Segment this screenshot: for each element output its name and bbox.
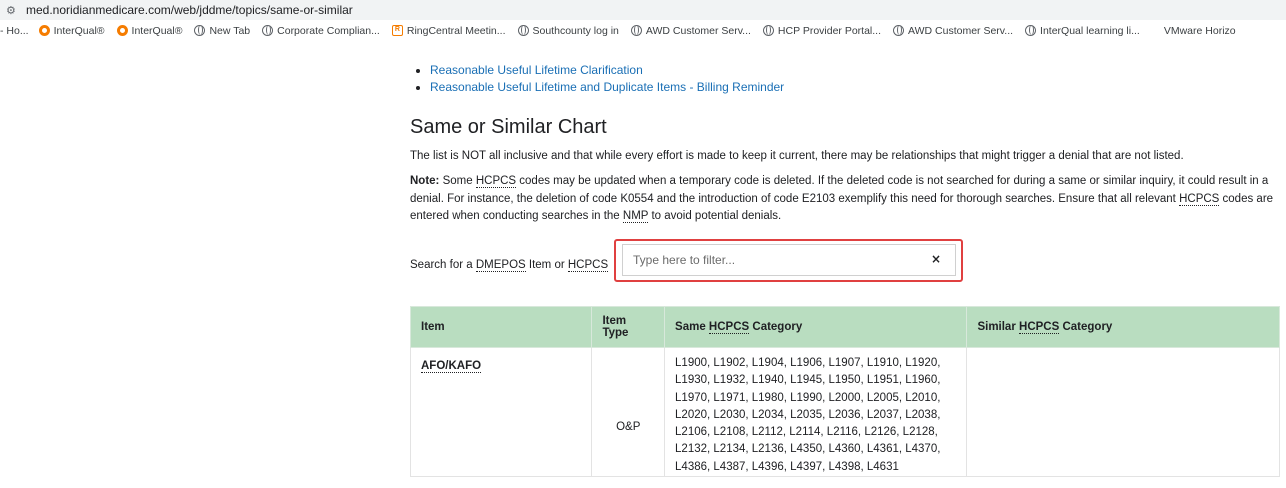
bookmark-label: - Ho... bbox=[0, 24, 29, 37]
ringcentral-icon: R bbox=[391, 25, 403, 36]
header-part: Category bbox=[1059, 321, 1113, 333]
bookmark-label: InterQual learning li... bbox=[1040, 24, 1140, 37]
header-part: Category bbox=[749, 321, 803, 333]
bookmark-item[interactable]: Corporate Complian... bbox=[262, 25, 380, 37]
globe-icon bbox=[1025, 25, 1037, 36]
note-part: Some bbox=[439, 175, 476, 187]
header-part: Same bbox=[675, 321, 709, 333]
note-text: Note: Some HCPCS codes may be updated wh… bbox=[410, 173, 1280, 226]
code-line: L1930, L1932, L1940, L1945, L1950, L1951… bbox=[675, 374, 941, 387]
note-part: to avoid potential denials. bbox=[648, 210, 782, 222]
globe-icon bbox=[194, 25, 206, 36]
bookmark-label: InterQual® bbox=[131, 24, 183, 37]
bookmark-label: VMware Horizo bbox=[1163, 24, 1236, 37]
search-label-part: Item or bbox=[525, 259, 568, 271]
globe-icon bbox=[762, 25, 774, 36]
note-label: Note: bbox=[410, 175, 440, 187]
bookmarks-bar: - Ho... InterQual® InterQual® New Tab Co… bbox=[0, 20, 1286, 41]
globe-icon bbox=[517, 25, 529, 36]
site-info-icon[interactable]: ⚙ bbox=[6, 4, 20, 17]
search-label: Search for a DMEPOS Item or HCPCS bbox=[410, 259, 609, 272]
bookmark-item[interactable]: HCP Provider Portal... bbox=[762, 24, 882, 37]
hcpcs-abbr: HCPCS bbox=[475, 175, 517, 188]
bookmark-label: Corporate Complian... bbox=[277, 24, 380, 37]
link-lifetime-duplicate[interactable]: Reasonable Useful Lifetime and Duplicate… bbox=[430, 79, 1280, 96]
header-same-category[interactable]: Same HCPCS Category bbox=[664, 306, 968, 348]
table-header-row: Item Item Type Same HCPCS Category Simil… bbox=[409, 306, 1280, 348]
bookmark-item[interactable]: InterQual learning li... bbox=[1025, 25, 1140, 37]
cell-similar-codes bbox=[966, 346, 1280, 478]
header-similar-category[interactable]: Similar HCPCS Category bbox=[966, 306, 1280, 348]
bookmark-item[interactable]: Southcounty log in bbox=[517, 24, 619, 37]
filter-input[interactable] bbox=[633, 253, 913, 267]
cell-item: AFO/KAFO bbox=[409, 346, 593, 478]
intro-text: The list is NOT all inclusive and that w… bbox=[410, 150, 1184, 162]
bookmark-item[interactable]: VMware Horizo bbox=[1164, 25, 1236, 37]
header-part: Similar bbox=[977, 321, 1020, 333]
page-title: Same or Similar Chart bbox=[410, 116, 607, 138]
filter-field[interactable]: × bbox=[622, 244, 956, 276]
globe-icon bbox=[262, 25, 274, 36]
item-abbr: AFO/KAFO bbox=[421, 360, 482, 373]
cell-item-type: O&P bbox=[591, 346, 666, 478]
note-part: codes may be updated when a temporary co… bbox=[410, 175, 1269, 205]
bookmark-label: AWD Customer Serv... bbox=[908, 24, 1014, 37]
interqual-icon bbox=[116, 25, 128, 36]
nmp-abbr: NMP bbox=[622, 210, 649, 223]
header-item[interactable]: Item bbox=[409, 306, 593, 348]
address-bar[interactable]: ⚙ med.noridianmedicare.com/web/jddme/top… bbox=[0, 0, 1286, 20]
bookmark-item[interactable]: AWD Customer Serv... bbox=[630, 24, 751, 37]
hcpcs-abbr: HCPCS bbox=[1179, 192, 1220, 206]
bookmark-item[interactable]: New Tab bbox=[194, 25, 250, 37]
bookmark-item[interactable]: AWD Customer Serv... bbox=[893, 25, 1013, 37]
bookmark-label: AWD Customer Serv... bbox=[645, 24, 751, 37]
bookmark-label: HCP Provider Portal... bbox=[777, 24, 882, 37]
code-line: L1900, L1902, L1904, L1906, L1907, L1910… bbox=[675, 357, 941, 369]
clear-icon[interactable]: × bbox=[931, 252, 941, 266]
search-label-part: Search for a bbox=[410, 259, 476, 271]
globe-icon bbox=[893, 25, 905, 36]
bookmark-label: InterQual® bbox=[53, 24, 105, 37]
hcpcs-abbr: HCPCS bbox=[567, 259, 609, 272]
bookmark-label: New Tab bbox=[209, 24, 251, 37]
hcpcs-abbr: HCPCS bbox=[708, 321, 750, 334]
code-line: L4386, L4387, L4396, L4397, L4398, L4631 bbox=[675, 460, 899, 473]
bookmark-label: Southcounty log in bbox=[532, 24, 619, 37]
main-content: Reasonable Useful Lifetime Clarification… bbox=[409, 62, 1280, 478]
same-similar-table: Item Item Type Same HCPCS Category Simil… bbox=[409, 306, 1280, 478]
url-text[interactable]: med.noridianmedicare.com/web/jddme/topic… bbox=[26, 3, 353, 17]
cell-same-codes: L1900, L1902, L1904, L1906, L1907, L1910… bbox=[664, 346, 968, 478]
bookmark-label: RingCentral Meetin... bbox=[406, 24, 506, 37]
bookmark-item[interactable]: InterQual® bbox=[38, 24, 105, 37]
related-links: Reasonable Useful Lifetime Clarification… bbox=[410, 62, 1280, 96]
globe-icon bbox=[630, 25, 642, 36]
interqual-icon bbox=[38, 25, 50, 36]
bookmark-item[interactable]: - Ho... bbox=[0, 25, 29, 37]
code-line: L2132, L2134, L2136, L4350, L4360, L4361… bbox=[675, 443, 941, 456]
header-item-type[interactable]: Item Type bbox=[591, 306, 666, 348]
code-line: L2020, L2030, L2034, L2035, L2036, L2037… bbox=[675, 408, 941, 421]
code-line: L2106, L2108, L2112, L2114, L2116, L2126… bbox=[675, 426, 938, 439]
hcpcs-abbr: HCPCS bbox=[1019, 321, 1060, 334]
table-row: AFO/KAFO O&P L1900, L1902, L1904, L1906,… bbox=[409, 346, 1280, 478]
link-lifetime-clarification[interactable]: Reasonable Useful Lifetime Clarification bbox=[430, 62, 1280, 79]
bookmark-item[interactable]: R RingCentral Meetin... bbox=[391, 24, 506, 37]
dmepos-abbr: DMEPOS bbox=[475, 259, 526, 272]
code-line: L1970, L1971, L1980, L1990, L2000, L2005… bbox=[675, 391, 941, 404]
bookmark-item[interactable]: InterQual® bbox=[116, 24, 183, 37]
search-row: Search for a DMEPOS Item or HCPCS × bbox=[410, 239, 970, 297]
